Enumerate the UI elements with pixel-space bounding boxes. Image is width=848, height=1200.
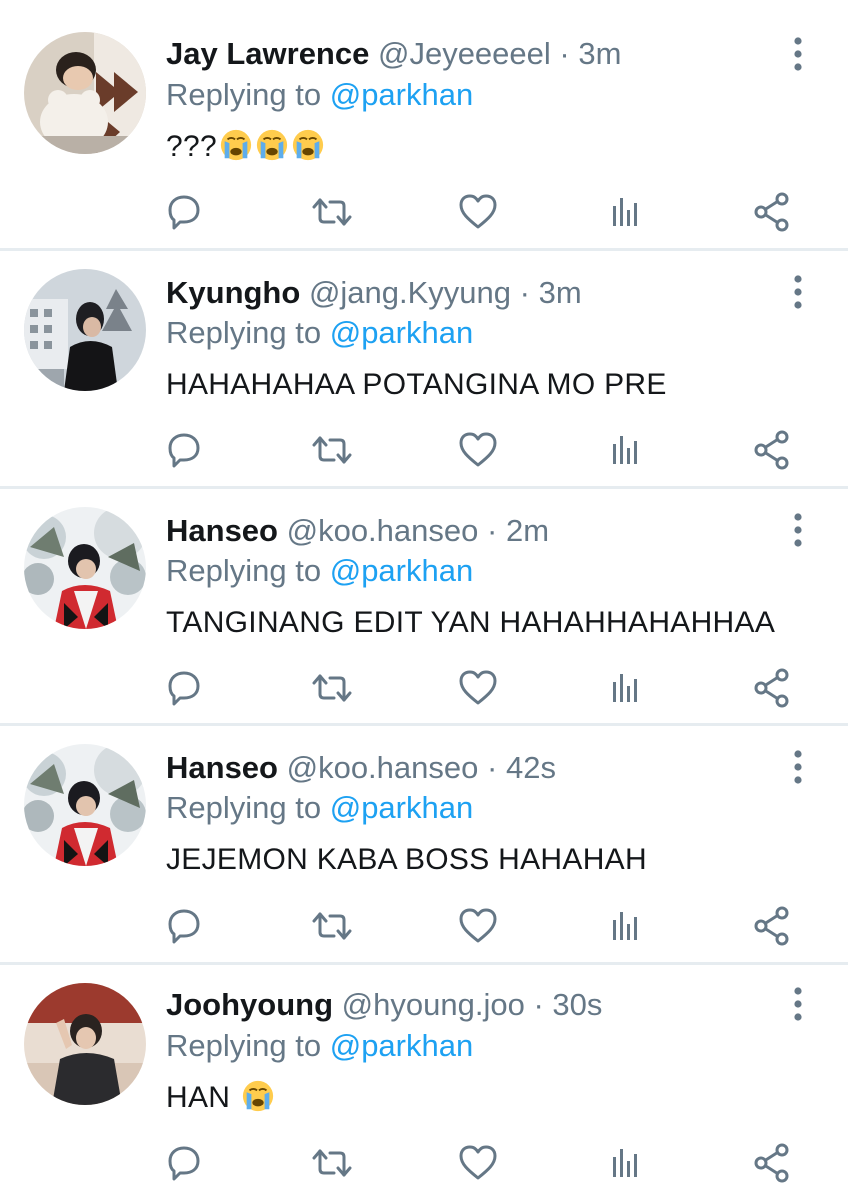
like-icon[interactable] <box>456 904 500 948</box>
retweet-icon[interactable] <box>310 190 354 234</box>
replying-to: Replying to @parkhan <box>166 551 473 591</box>
replying-to: Replying to @parkhan <box>166 788 473 828</box>
reply-item[interactable]: Hanseo @koo.hanseo · 2m Replying to @par… <box>0 489 848 723</box>
separator-dot: · <box>487 750 498 785</box>
mention-link[interactable]: @parkhan <box>330 315 474 350</box>
reply-text-content: TANGINANG EDIT YAN HAHAHHAHAHHAA <box>166 606 776 639</box>
mention-link[interactable]: @parkhan <box>330 77 474 112</box>
reply-text-content: ??? <box>166 130 217 163</box>
reply-icon[interactable] <box>162 666 206 710</box>
replying-to-label: Replying to <box>166 1028 322 1063</box>
reply-text-content: HAHAHAHAA POTANGINA MO PRE <box>166 368 667 401</box>
like-icon[interactable] <box>456 190 500 234</box>
reply-item[interactable]: Hanseo @koo.hanseo · 42s Replying to @pa… <box>0 726 848 962</box>
like-icon[interactable] <box>456 1141 500 1185</box>
retweet-icon[interactable] <box>310 428 354 472</box>
avatar[interactable] <box>24 269 146 391</box>
retweet-icon[interactable] <box>310 1141 354 1185</box>
reply-text: HAN <box>166 1078 275 1118</box>
loudly-crying-face-icon <box>219 128 253 162</box>
share-icon[interactable] <box>750 666 794 710</box>
analytics-icon[interactable] <box>602 190 646 234</box>
separator-dot: · <box>559 36 570 71</box>
more-vertical-icon[interactable] <box>788 512 808 548</box>
replying-to-label: Replying to <box>166 315 322 350</box>
retweet-icon[interactable] <box>310 666 354 710</box>
loudly-crying-face-icon <box>291 128 325 162</box>
analytics-icon[interactable] <box>602 666 646 710</box>
share-icon[interactable] <box>750 428 794 472</box>
reply-header: Hanseo @koo.hanseo · 42s <box>166 748 556 788</box>
share-icon[interactable] <box>750 1141 794 1185</box>
more-vertical-icon[interactable] <box>788 986 808 1022</box>
action-bar <box>0 666 848 710</box>
reply-icon[interactable] <box>162 190 206 234</box>
display-name[interactable]: Hanseo <box>166 513 278 548</box>
more-vertical-icon[interactable] <box>788 36 808 72</box>
reply-icon[interactable] <box>162 1141 206 1185</box>
like-icon[interactable] <box>456 428 500 472</box>
display-name[interactable]: Jay Lawrence <box>166 36 369 71</box>
action-bar <box>0 190 848 234</box>
user-handle[interactable]: @hyoung.joo <box>342 987 525 1022</box>
reply-header: Jay Lawrence @Jeyeeeeel · 3m <box>166 34 621 74</box>
reply-icon[interactable] <box>162 904 206 948</box>
reply-header: Kyungho @jang.Kyyung · 3m <box>166 273 582 313</box>
analytics-icon[interactable] <box>602 904 646 948</box>
loudly-crying-face-icon <box>241 1079 275 1113</box>
mention-link[interactable]: @parkhan <box>330 1028 474 1063</box>
loudly-crying-face-icon <box>255 128 289 162</box>
reply-header: Hanseo @koo.hanseo · 2m <box>166 511 549 551</box>
avatar[interactable] <box>24 507 146 629</box>
action-bar <box>0 904 848 948</box>
replying-to: Replying to @parkhan <box>166 1026 473 1066</box>
replying-to-label: Replying to <box>166 77 322 112</box>
reply-item[interactable]: Jay Lawrence @Jeyeeeeel · 3m Replying to… <box>0 0 848 248</box>
reply-text: ??? <box>166 127 325 167</box>
user-handle[interactable]: @Jeyeeeeel <box>378 36 551 71</box>
display-name[interactable]: Hanseo <box>166 750 278 785</box>
timestamp[interactable]: 3m <box>578 36 621 71</box>
user-handle[interactable]: @jang.Kyyung <box>309 275 511 310</box>
user-handle[interactable]: @koo.hanseo <box>287 513 479 548</box>
reply-item[interactable]: Joohyoung @hyoung.joo · 30s Replying to … <box>0 965 848 1200</box>
more-vertical-icon[interactable] <box>788 274 808 310</box>
timestamp[interactable]: 30s <box>552 987 602 1022</box>
timestamp[interactable]: 3m <box>539 275 582 310</box>
reply-item[interactable]: Kyungho @jang.Kyyung · 3m Replying to @p… <box>0 251 848 486</box>
reply-text: JEJEMON KABA BOSS HAHAHAH <box>166 840 647 880</box>
separator-dot: · <box>533 987 544 1022</box>
replying-to: Replying to @parkhan <box>166 75 473 115</box>
mention-link[interactable]: @parkhan <box>330 790 474 825</box>
more-vertical-icon[interactable] <box>788 749 808 785</box>
reply-header: Joohyoung @hyoung.joo · 30s <box>166 985 602 1025</box>
reply-icon[interactable] <box>162 428 206 472</box>
retweet-icon[interactable] <box>310 904 354 948</box>
avatar[interactable] <box>24 983 146 1105</box>
display-name[interactable]: Kyungho <box>166 275 300 310</box>
replying-to: Replying to @parkhan <box>166 313 473 353</box>
reply-text-content: HAN <box>166 1081 239 1114</box>
avatar[interactable] <box>24 32 146 154</box>
like-icon[interactable] <box>456 666 500 710</box>
display-name[interactable]: Joohyoung <box>166 987 333 1022</box>
reply-text-content: JEJEMON KABA BOSS HAHAHAH <box>166 843 647 876</box>
share-icon[interactable] <box>750 904 794 948</box>
share-icon[interactable] <box>750 190 794 234</box>
user-handle[interactable]: @koo.hanseo <box>287 750 479 785</box>
separator-dot: · <box>487 513 498 548</box>
action-bar <box>0 1141 848 1185</box>
separator-dot: · <box>519 275 530 310</box>
action-bar <box>0 428 848 472</box>
reply-text: TANGINANG EDIT YAN HAHAHHAHAHHAA <box>166 603 775 643</box>
mention-link[interactable]: @parkhan <box>330 553 474 588</box>
analytics-icon[interactable] <box>602 428 646 472</box>
replying-to-label: Replying to <box>166 790 322 825</box>
replying-to-label: Replying to <box>166 553 322 588</box>
reply-text: HAHAHAHAA POTANGINA MO PRE <box>166 365 667 405</box>
timestamp[interactable]: 42s <box>506 750 556 785</box>
analytics-icon[interactable] <box>602 1141 646 1185</box>
timestamp[interactable]: 2m <box>506 513 549 548</box>
avatar[interactable] <box>24 744 146 866</box>
